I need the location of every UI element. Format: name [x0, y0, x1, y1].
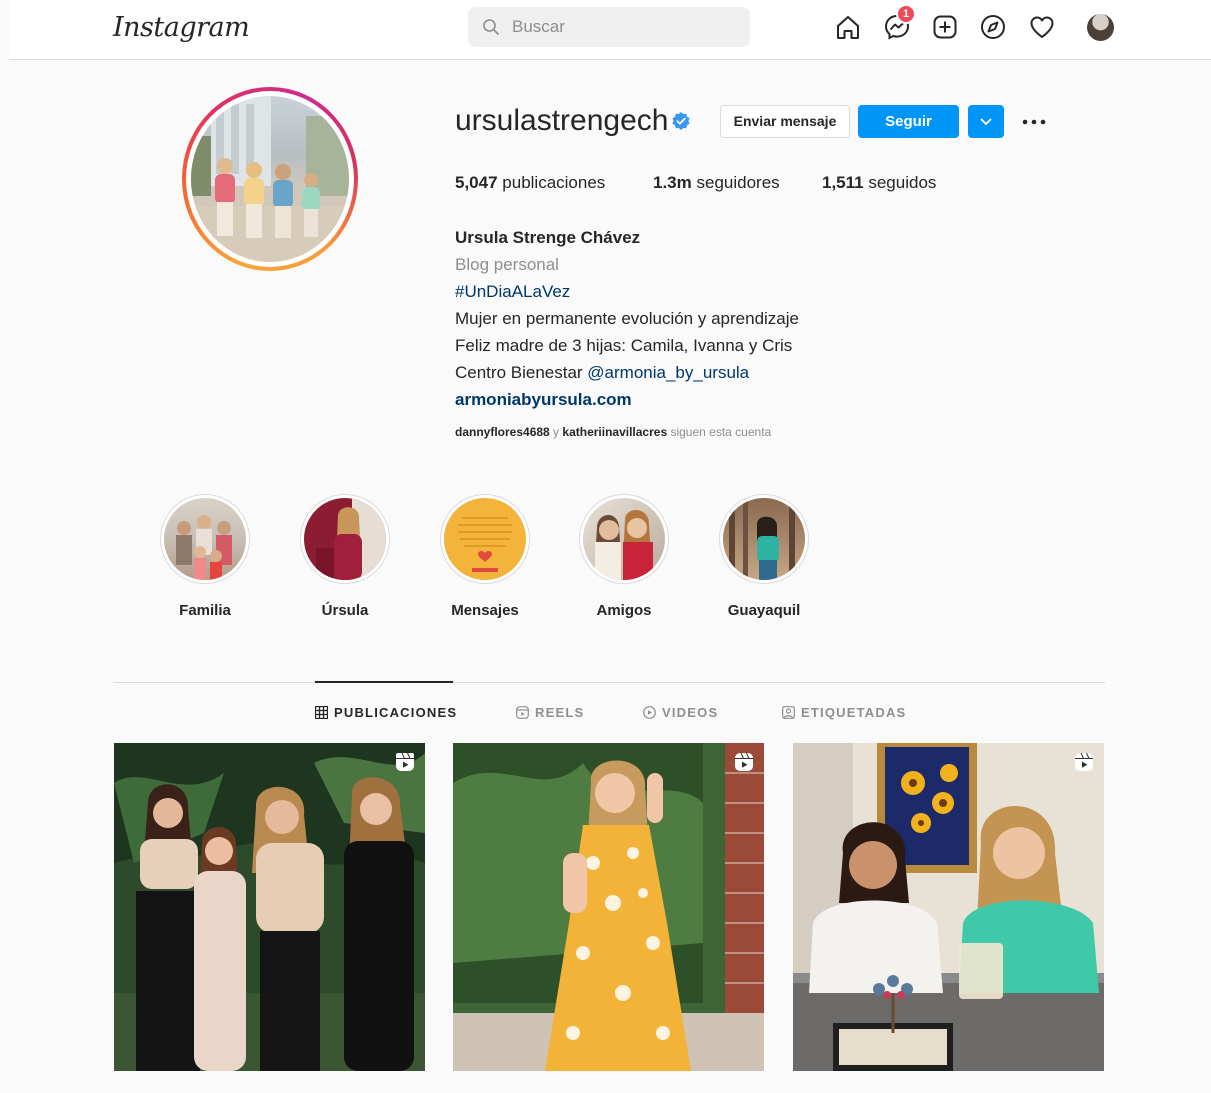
profile-picture	[191, 96, 349, 262]
chevron-down-icon	[980, 118, 992, 125]
following-count: 1,511	[822, 173, 864, 192]
post-thumbnail[interactable]	[453, 743, 764, 1071]
tab-label: PUBLICACIONES	[334, 705, 458, 720]
followers-count: 1.3m	[653, 173, 692, 192]
search-icon	[483, 19, 499, 35]
follow-button[interactable]: Seguir	[858, 105, 959, 138]
post-image	[453, 743, 764, 1071]
top-navigation-bar: Instagram 1	[10, 0, 1211, 60]
post-thumbnail[interactable]	[114, 743, 425, 1071]
more-options-button[interactable]	[1018, 110, 1050, 134]
grid-icon	[315, 706, 328, 719]
tab-label: ETIQUETADAS	[801, 705, 907, 720]
video-icon	[643, 706, 656, 719]
bio-mention-link[interactable]: @armonia_by_ursula	[587, 363, 749, 382]
highlight-label: Guayaquil	[727, 602, 801, 619]
profile-full-name: Ursula Strenge Chávez	[455, 228, 641, 247]
posts-stat[interactable]: 5,047 publicaciones	[455, 173, 605, 193]
followed-by-connector: y	[549, 425, 563, 439]
highlight-mensajes[interactable]: Mensajes	[435, 494, 535, 619]
reel-icon	[1075, 752, 1093, 771]
reel-icon	[735, 752, 753, 771]
highlight-label: Mensajes	[451, 602, 519, 619]
post-image	[114, 743, 425, 1071]
highlight-cover	[723, 498, 805, 580]
reels-icon	[516, 706, 529, 719]
posts-label: publicaciones	[502, 173, 606, 192]
tab-label: REELS	[535, 705, 585, 720]
tab-publicaciones[interactable]: PUBLICACIONES	[315, 705, 457, 720]
highlight-amigos[interactable]: Amigos	[574, 494, 674, 619]
highlight-cover	[583, 498, 665, 580]
follower-username: katheriinavillacres	[562, 425, 668, 439]
followed-by-suffix: siguen esta cuenta	[667, 425, 772, 439]
bio-line: Feliz madre de 3 hijas: Camila, Ivanna y…	[455, 336, 793, 355]
profile-username: ursulastrengech	[455, 104, 669, 137]
tabs-divider	[113, 682, 1105, 683]
bio-line: Centro Bienestar @armonia_by_ursula	[455, 359, 799, 386]
send-message-button[interactable]: Enviar mensaje	[720, 105, 850, 138]
bio-line: Mujer en permanente evolución y aprendiz…	[455, 309, 799, 328]
explore-icon[interactable]	[978, 12, 1008, 42]
more-options-icon	[1022, 119, 1046, 125]
highlight-familia[interactable]: Familia	[155, 494, 255, 619]
tab-reels[interactable]: REELS	[516, 705, 584, 720]
search-box[interactable]	[468, 7, 750, 47]
instagram-logo[interactable]: Instagram	[113, 12, 250, 43]
avatar[interactable]	[1087, 14, 1114, 41]
messenger-notification-badge: 1	[896, 4, 916, 24]
reel-icon	[396, 752, 414, 771]
profile-bio: Ursula Strenge Chávez Blog personal #UnD…	[455, 224, 799, 413]
tab-label: VIDEOS	[662, 705, 719, 720]
highlight-label: Familia	[179, 602, 231, 619]
website-link[interactable]: armoniabyursula.com	[455, 386, 799, 413]
profile-picture-ring[interactable]	[182, 87, 358, 271]
highlight-cover	[304, 498, 386, 580]
verified-badge-icon	[672, 112, 690, 130]
tab-etiquetadas[interactable]: ETIQUETADAS	[782, 705, 906, 720]
suggested-accounts-dropdown-button[interactable]	[968, 105, 1004, 138]
following-stat[interactable]: 1,511 seguidos	[822, 173, 936, 193]
post-thumbnail[interactable]	[793, 743, 1104, 1071]
highlight-guayaquil[interactable]: Guayaquil	[714, 494, 814, 619]
active-tab-indicator	[315, 681, 453, 683]
following-label: seguidos	[868, 173, 937, 192]
home-icon[interactable]	[833, 12, 863, 42]
followers-stat[interactable]: 1.3m seguidores	[653, 173, 780, 193]
search-input[interactable]	[512, 15, 732, 39]
followed-by-text[interactable]: dannyflores4688 y katheriinavillacres si…	[455, 425, 771, 439]
highlight-cover	[164, 498, 246, 580]
highlight-label: Úrsula	[321, 602, 369, 619]
follower-username: dannyflores4688	[455, 425, 550, 439]
bio-line-prefix: Centro Bienestar	[455, 363, 588, 382]
activity-heart-icon[interactable]	[1027, 12, 1057, 42]
tab-videos[interactable]: VIDEOS	[643, 705, 718, 720]
post-image	[793, 743, 1104, 1071]
tagged-icon	[782, 706, 795, 719]
bio-hashtag-link[interactable]: #UnDiaALaVez	[455, 278, 799, 305]
profile-category: Blog personal	[455, 255, 559, 274]
new-post-icon[interactable]	[930, 12, 960, 42]
highlight-cover	[444, 498, 526, 580]
followers-label: seguidores	[696, 173, 780, 192]
posts-count: 5,047	[455, 173, 498, 192]
highlight-ursula[interactable]: Úrsula	[295, 494, 395, 619]
highlight-label: Amigos	[596, 602, 652, 619]
